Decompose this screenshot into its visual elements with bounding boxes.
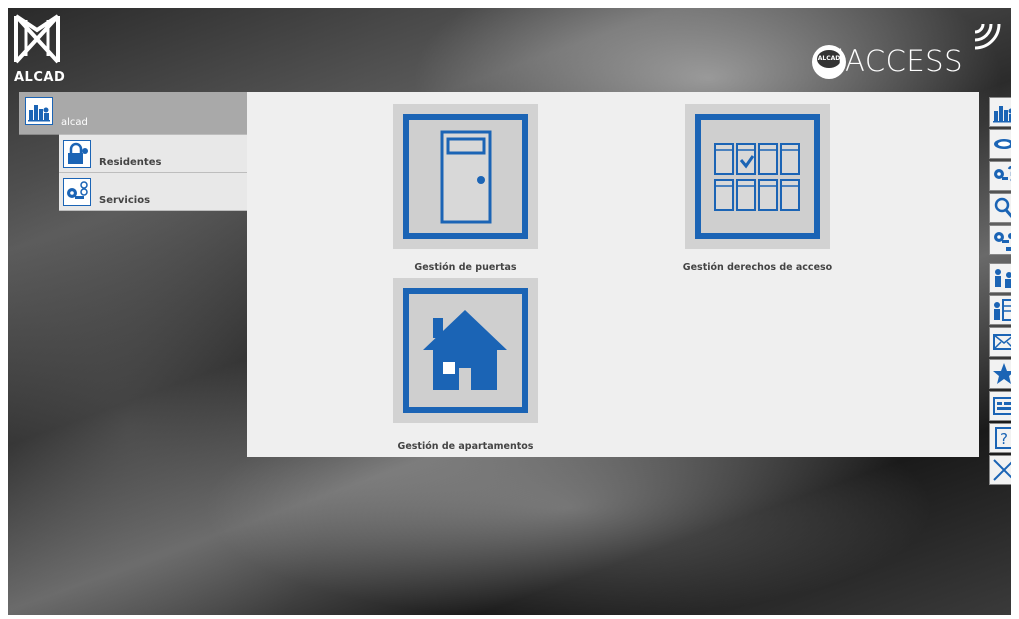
terminal-icon[interactable] (989, 391, 1011, 421)
menu-root-label: alcad (61, 117, 88, 128)
help-icon[interactable]: ? (989, 423, 1011, 453)
desktop-background: ALCAD ALCAD iACCESS alcad Residentes Ser… (8, 8, 1011, 615)
key-history-icon[interactable] (989, 225, 1011, 255)
tile-label: Gestión de apartamentos (397, 441, 534, 452)
menu-item-residentes[interactable]: Residentes (59, 134, 247, 173)
alcad-logo: ALCAD (10, 12, 66, 92)
lockers-icon (695, 114, 820, 239)
menu-item-label: Servicios (99, 195, 151, 206)
search-icon[interactable] (989, 193, 1011, 223)
users-icon[interactable] (989, 263, 1011, 293)
alcad-logo-text: ALCAD (14, 70, 66, 85)
envelope-icon[interactable] (989, 327, 1011, 357)
tile-gestion-puertas[interactable] (393, 104, 538, 249)
tile-gestion-apartamentos[interactable] (393, 278, 538, 423)
key-clock-icon (63, 178, 91, 206)
building-chart-icon (25, 97, 53, 125)
main-panel: Gestión de puertas Gestión derechos de a… (247, 92, 979, 457)
door-icon (403, 114, 528, 239)
tile-gestion-derechos-acceso[interactable] (685, 104, 830, 249)
tile-label: Gestión derechos de acceso (682, 262, 833, 273)
key-question-icon[interactable] (989, 161, 1011, 191)
user-list-icon[interactable] (989, 295, 1011, 325)
brand-name: iACCESS (836, 44, 963, 78)
menu-item-servicios[interactable]: Servicios (59, 172, 247, 211)
menu-item-label: Residentes (99, 157, 162, 168)
iaccess-brand: ALCAD iACCESS (801, 16, 1001, 82)
svg-text:?: ? (1000, 430, 1008, 448)
menu-root-alcad[interactable]: alcad (19, 92, 247, 135)
id-card-icon[interactable] (989, 129, 1011, 159)
close-icon[interactable] (989, 455, 1011, 485)
wireless-icon (974, 23, 1001, 50)
lock-key-icon (63, 140, 91, 168)
house-icon (403, 288, 528, 413)
tile-label: Gestión de puertas (414, 262, 517, 273)
building-chart-icon[interactable] (989, 97, 1011, 127)
star-icon[interactable] (989, 359, 1011, 389)
